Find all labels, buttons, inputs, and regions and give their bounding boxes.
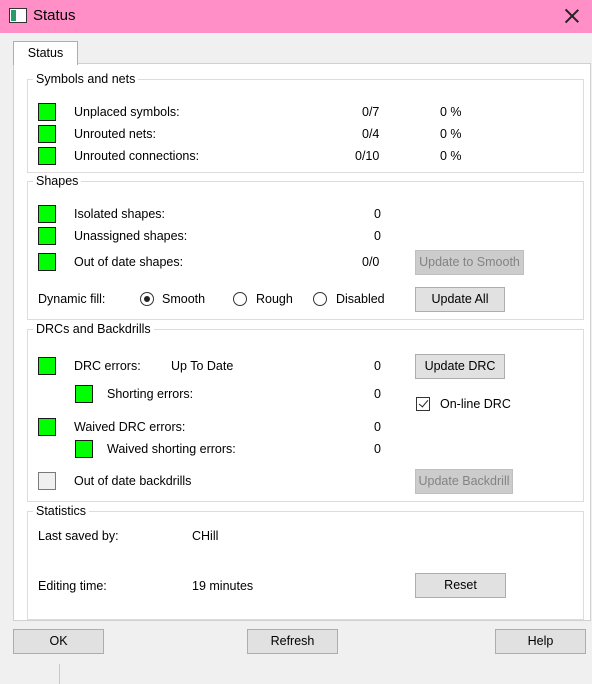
drc-errors-label: DRC errors: (74, 359, 141, 373)
unrouted-connections-percent: 0 % (440, 149, 462, 163)
fill-disabled-label[interactable]: Disabled (336, 292, 385, 306)
window-app-icon (9, 8, 27, 23)
unplaced-symbols-status-indicator (38, 103, 56, 121)
shorting-errors-count: 0 (374, 387, 381, 401)
unplaced-symbols-count: 0/7 (362, 105, 380, 119)
symbols-nets-title: Symbols and nets (33, 72, 139, 86)
unassigned-shapes-status-indicator (38, 227, 56, 245)
isolated-shapes-label: Isolated shapes: (74, 207, 166, 221)
dynamic-fill-label: Dynamic fill: (38, 292, 106, 306)
statistics-group (27, 511, 584, 620)
backdrills-status-indicator (38, 472, 56, 490)
last-saved-value: CHill (192, 529, 219, 543)
fill-disabled-radio[interactable] (313, 292, 327, 306)
drc-title: DRCs and Backdrills (33, 322, 154, 336)
isolated-shapes-count: 0 (374, 207, 381, 221)
out-of-date-shapes-count: 0/0 (362, 255, 380, 269)
reset-button[interactable]: Reset (415, 573, 506, 598)
update-backdrill-button[interactable]: Update Backdrill (415, 469, 513, 494)
editing-time-value: 19 minutes (192, 579, 254, 593)
online-drc-checkbox[interactable] (416, 397, 430, 411)
editing-time-label: Editing time: (38, 579, 107, 593)
title-bar: Status (0, 0, 592, 33)
online-drc-label[interactable]: On-line DRC (440, 397, 511, 411)
unplaced-symbols-percent: 0 % (440, 105, 462, 119)
fill-smooth-radio[interactable] (140, 292, 154, 306)
out-of-date-shapes-label: Out of date shapes: (74, 255, 184, 269)
waived-drc-status-indicator (38, 418, 56, 436)
unrouted-nets-status-indicator (38, 125, 56, 143)
ok-button[interactable]: OK (13, 629, 104, 654)
unassigned-shapes-label: Unassigned shapes: (74, 229, 188, 243)
unrouted-nets-count: 0/4 (362, 127, 380, 141)
update-all-button[interactable]: Update All (415, 287, 505, 312)
shapes-title: Shapes (33, 174, 82, 188)
statistics-title: Statistics (33, 504, 90, 518)
waived-shorting-status-indicator (75, 440, 93, 458)
fill-rough-label[interactable]: Rough (256, 292, 293, 306)
close-icon[interactable] (561, 5, 583, 27)
fill-rough-radio[interactable] (233, 292, 247, 306)
waived-drc-count: 0 (374, 420, 381, 434)
out-of-date-shapes-status-indicator (38, 253, 56, 271)
tab-status[interactable]: Status (13, 41, 78, 65)
waived-shorting-count: 0 (374, 442, 381, 456)
help-button[interactable]: Help (495, 629, 586, 654)
unrouted-connections-count: 0/10 (355, 149, 380, 163)
unassigned-shapes-count: 0 (374, 229, 381, 243)
update-drc-button[interactable]: Update DRC (415, 354, 505, 379)
waived-drc-label: Waived DRC errors: (74, 420, 186, 434)
backdrills-label: Out of date backdrills (74, 474, 192, 488)
isolated-shapes-status-indicator (38, 205, 56, 223)
status-divider (59, 664, 60, 684)
window-title: Status (33, 7, 76, 24)
drc-errors-status-indicator (38, 357, 56, 375)
unrouted-nets-label: Unrouted nets: (74, 127, 156, 141)
refresh-button[interactable]: Refresh (247, 629, 338, 654)
unrouted-nets-percent: 0 % (440, 127, 462, 141)
fill-smooth-label[interactable]: Smooth (162, 292, 205, 306)
unrouted-connections-status-indicator (38, 147, 56, 165)
update-to-smooth-button[interactable]: Update to Smooth (415, 250, 524, 275)
waived-shorting-label: Waived shorting errors: (107, 442, 236, 456)
unrouted-connections-label: Unrouted connections: (74, 149, 200, 163)
drc-errors-count: 0 (374, 359, 381, 373)
shorting-errors-label: Shorting errors: (107, 387, 194, 401)
last-saved-label: Last saved by: (38, 529, 119, 543)
drc-status-text: Up To Date (171, 359, 234, 373)
shorting-errors-status-indicator (75, 385, 93, 403)
unplaced-symbols-label: Unplaced symbols: (74, 105, 180, 119)
